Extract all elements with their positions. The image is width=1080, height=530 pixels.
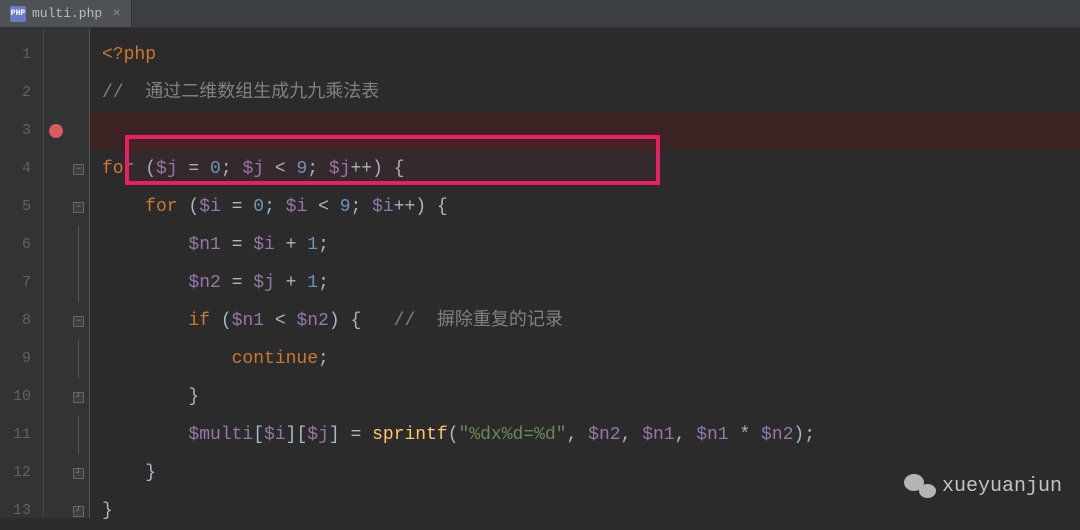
line-number: 12 xyxy=(0,454,43,492)
line-number: 5 xyxy=(0,188,43,226)
line-number: 7 xyxy=(0,264,43,302)
file-tab[interactable]: PHP multi.php × xyxy=(0,0,132,27)
wechat-icon xyxy=(904,472,936,500)
code-line: // 通过二维数组生成九九乘法表 xyxy=(90,74,1080,112)
fold-end-icon: ┘ xyxy=(73,468,84,479)
watermark-text: xueyuanjun xyxy=(942,475,1062,498)
line-number: 1 xyxy=(0,36,43,74)
code-area[interactable]: <?php // 通过二维数组生成九九乘法表 $multi = []; for … xyxy=(90,28,1080,518)
fold-line xyxy=(78,416,79,454)
line-number: 10 xyxy=(0,378,43,416)
fold-toggle-icon[interactable]: − xyxy=(73,164,84,175)
fold-toggle-icon[interactable]: − xyxy=(73,316,84,327)
code-line: } xyxy=(90,378,1080,416)
line-number: 9 xyxy=(0,340,43,378)
fold-line xyxy=(78,340,79,378)
line-number: 2 xyxy=(0,74,43,112)
code-line: for ($j = 0; $j < 9; $j++) { xyxy=(90,150,1080,188)
php-file-icon: PHP xyxy=(10,6,26,22)
code-line: $n1 = $i + 1; xyxy=(90,226,1080,264)
line-number: 4 xyxy=(0,150,43,188)
line-number: 3 xyxy=(0,112,43,150)
fold-end-icon: ┘ xyxy=(73,392,84,403)
breakpoint-gutter[interactable] xyxy=(44,28,68,518)
watermark: xueyuanjun xyxy=(904,472,1062,500)
code-line: continue; xyxy=(90,340,1080,378)
line-number: 13 xyxy=(0,492,43,530)
fold-line xyxy=(78,226,79,264)
line-number: 8 xyxy=(0,302,43,340)
fold-end-icon: ┘ xyxy=(73,506,84,517)
line-number: 6 xyxy=(0,226,43,264)
code-line: $n2 = $j + 1; xyxy=(90,264,1080,302)
code-line: <?php xyxy=(90,36,1080,74)
current-line-highlight xyxy=(90,112,1080,150)
close-icon[interactable]: × xyxy=(112,6,120,22)
fold-line xyxy=(78,264,79,302)
tab-bar: PHP multi.php × xyxy=(0,0,1080,28)
editor: 1 2 3 4 5 6 7 8 9 10 11 12 13 − − − xyxy=(0,28,1080,518)
code-line: if ($n1 < $n2) { // 摒除重复的记录 xyxy=(90,302,1080,340)
breakpoint-icon[interactable] xyxy=(49,124,63,138)
code-line: for ($i = 0; $i < 9; $i++) { xyxy=(90,188,1080,226)
tab-filename: multi.php xyxy=(32,6,102,21)
line-number: 11 xyxy=(0,416,43,454)
code-line: $multi[$i][$j] = sprintf("%dx%d=%d", $n2… xyxy=(90,416,1080,454)
fold-toggle-icon[interactable]: − xyxy=(73,202,84,213)
fold-gutter: − − − ┘ ┘ ┘ xyxy=(68,28,90,518)
line-number-gutter: 1 2 3 4 5 6 7 8 9 10 11 12 13 xyxy=(0,28,44,518)
